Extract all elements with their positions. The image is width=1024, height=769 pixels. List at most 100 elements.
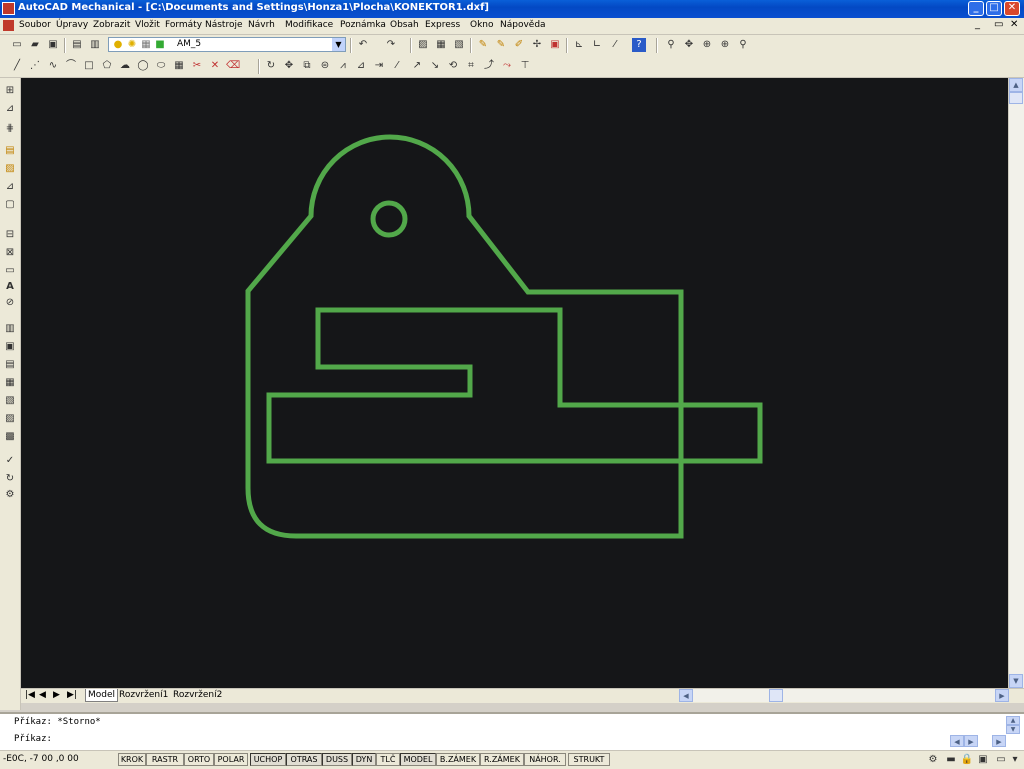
scroll-right-icon[interactable]: ▶ — [995, 689, 1009, 702]
menu-napoveda[interactable]: Nápověda — [500, 20, 546, 30]
wipeout-icon[interactable]: ▤ — [3, 358, 17, 372]
cmd-scroll-right-icon[interactable]: ▶ — [964, 735, 978, 747]
properties-icon[interactable]: ▨ — [416, 38, 430, 52]
revcloud-icon[interactable]: ▦ — [3, 376, 17, 390]
zoom-extents-icon[interactable]: ⚲ — [736, 38, 750, 52]
balloon-icon[interactable]: ✢ — [530, 38, 544, 52]
mdi-minimize-button[interactable]: _ — [975, 19, 980, 30]
open-file-icon[interactable]: ▰ — [28, 38, 42, 52]
status-dyn[interactable]: DYN — [352, 753, 376, 766]
tray-comm-icon[interactable]: ▬ — [944, 753, 958, 767]
menu-upravy[interactable]: Úpravy — [56, 20, 88, 30]
scale-icon[interactable]: ⊿ — [354, 59, 368, 73]
table-icon[interactable]: ▭ — [3, 264, 17, 278]
block-icon[interactable]: ▢ — [3, 198, 17, 212]
point-icon[interactable]: ▣ — [3, 340, 17, 354]
datum-icon[interactable]: ⁄ — [608, 38, 622, 52]
first-tab-icon[interactable]: |◀ — [23, 689, 37, 702]
maximize-button[interactable]: □ — [986, 1, 1002, 16]
menu-poznamka[interactable]: Poznámka — [340, 20, 386, 30]
insert-icon[interactable]: ⊟ — [3, 228, 17, 242]
coordinate-readout[interactable]: -E0C, -7 00 ,0 00 — [3, 754, 79, 764]
pan-icon[interactable]: ✥ — [682, 38, 696, 52]
zoom-realtime-icon[interactable]: ⚲ — [664, 38, 678, 52]
view-icon[interactable]: ▩ — [3, 430, 17, 444]
mdi-close-button[interactable]: ✕ — [1010, 19, 1018, 30]
text-icon[interactable]: A — [3, 280, 17, 294]
line-icon[interactable]: ⊞ — [3, 84, 17, 98]
extend-icon[interactable]: ⁄ — [390, 59, 404, 73]
new-file-icon[interactable]: ▭ — [10, 38, 24, 52]
arc-icon[interactable]: ⌒ — [64, 59, 78, 73]
revcloud-icon[interactable]: ☁ — [118, 59, 132, 73]
status-nahor[interactable]: NÁHOR. — [524, 753, 566, 766]
fillet-icon[interactable]: ↘ — [428, 59, 442, 73]
menu-formaty[interactable]: Formáty — [165, 20, 202, 30]
design-center-icon[interactable]: ▦ — [434, 38, 448, 52]
surface-texture-icon[interactable]: ⊾ — [572, 38, 586, 52]
status-tlc[interactable]: TLČ — [376, 753, 400, 766]
construction-line-icon[interactable]: ⋰ — [28, 59, 42, 73]
menu-modifikace[interactable]: Modifikace — [285, 20, 333, 30]
line-icon[interactable]: ╱ — [10, 59, 24, 73]
boundary-icon[interactable]: ▨ — [3, 412, 17, 426]
chevron-down-icon[interactable]: ▼ — [332, 38, 345, 51]
dimension-icon[interactable]: ⊿ — [3, 180, 17, 194]
break-icon[interactable]: ✕ — [208, 59, 222, 73]
app-icon[interactable] — [2, 2, 15, 15]
layer-dropdown[interactable]: ● ✺ ▦ ■ AM_5 ▼ — [108, 37, 346, 52]
polygon-icon[interactable]: ⬠ — [100, 59, 114, 73]
status-otras[interactable]: OTRAS — [286, 753, 322, 766]
layer-icon[interactable]: ▤ — [3, 144, 17, 158]
tab-layout2[interactable]: Rozvržení2 — [171, 689, 224, 702]
status-model[interactable]: MODEL — [400, 753, 436, 766]
polyline-icon[interactable]: ⊿ — [3, 102, 17, 116]
tab-model[interactable]: Model — [85, 689, 119, 702]
tool-palette-icon[interactable]: ▧ — [452, 38, 466, 52]
tray-status-icon[interactable]: ▣ — [976, 753, 990, 767]
menu-zobrazit[interactable]: Zobrazit — [93, 20, 130, 30]
feature-control-icon[interactable]: ∟ — [590, 38, 604, 52]
gear-icon[interactable]: ⚙ — [3, 488, 17, 502]
menu-nastroje[interactable]: Nástroje — [205, 20, 243, 30]
command-prompt[interactable]: Příkaz: — [14, 734, 52, 744]
power-dimension-icon[interactable]: ✎ — [494, 38, 508, 52]
scroll-down-icon[interactable]: ▼ — [1009, 674, 1023, 688]
status-polar[interactable]: POLAR — [214, 753, 248, 766]
status-krok[interactable]: KROK — [118, 753, 146, 766]
tray-settings-icon[interactable]: ⚙ — [926, 753, 940, 767]
move-icon[interactable]: ✥ — [282, 59, 296, 73]
cmd-scroll-up-icon[interactable]: ▲ — [1006, 716, 1020, 725]
menu-navrh[interactable]: Návrh — [248, 20, 275, 30]
last-tab-icon[interactable]: ▶| — [65, 689, 79, 702]
close-button[interactable]: ✕ — [1004, 1, 1020, 16]
scroll-left-icon[interactable]: ◀ — [679, 689, 693, 702]
chevron-down-icon[interactable]: ▾ — [1008, 753, 1022, 767]
circle-icon[interactable]: ◯ — [136, 59, 150, 73]
scroll-up-icon[interactable]: ▲ — [1009, 78, 1023, 92]
erase-icon[interactable]: ⌫ — [226, 59, 240, 73]
hatch-icon[interactable]: ▨ — [3, 162, 17, 176]
document-icon[interactable] — [3, 20, 14, 31]
scroll-thumb[interactable] — [1009, 92, 1023, 104]
prev-tab-icon[interactable]: ◀ — [37, 689, 48, 702]
redo-icon[interactable]: ↷ — [384, 38, 398, 52]
explode-icon[interactable]: ⌗ — [464, 59, 478, 73]
minimize-button[interactable]: _ — [968, 1, 984, 16]
horizontal-scrollbar[interactable]: ◀ ▶ — [679, 689, 1009, 702]
check-icon[interactable]: ✓ — [3, 454, 17, 468]
parts-list-icon[interactable]: ▣ — [548, 38, 562, 52]
array-icon[interactable]: ⟲ — [446, 59, 460, 73]
status-rastr[interactable]: RASTR — [146, 753, 184, 766]
lengthen-icon[interactable]: ⤳ — [500, 59, 514, 73]
gradient-icon[interactable]: ▥ — [3, 322, 17, 336]
clean-screen-icon[interactable]: ▭ — [994, 753, 1008, 767]
mirror-icon[interactable]: ⩘ — [336, 59, 350, 73]
status-strukt[interactable]: STRUKT — [568, 753, 610, 766]
stretch-icon[interactable]: ⇥ — [372, 59, 386, 73]
tab-layout1[interactable]: Rozvržení1 — [117, 689, 170, 702]
cmd-scroll-end-icon[interactable]: ▶ — [992, 735, 1006, 747]
zoom-window-icon[interactable]: ⊕ — [700, 38, 714, 52]
ellipse-icon[interactable]: ⬭ — [154, 59, 168, 73]
menu-vlozit[interactable]: Vložit — [135, 20, 160, 30]
